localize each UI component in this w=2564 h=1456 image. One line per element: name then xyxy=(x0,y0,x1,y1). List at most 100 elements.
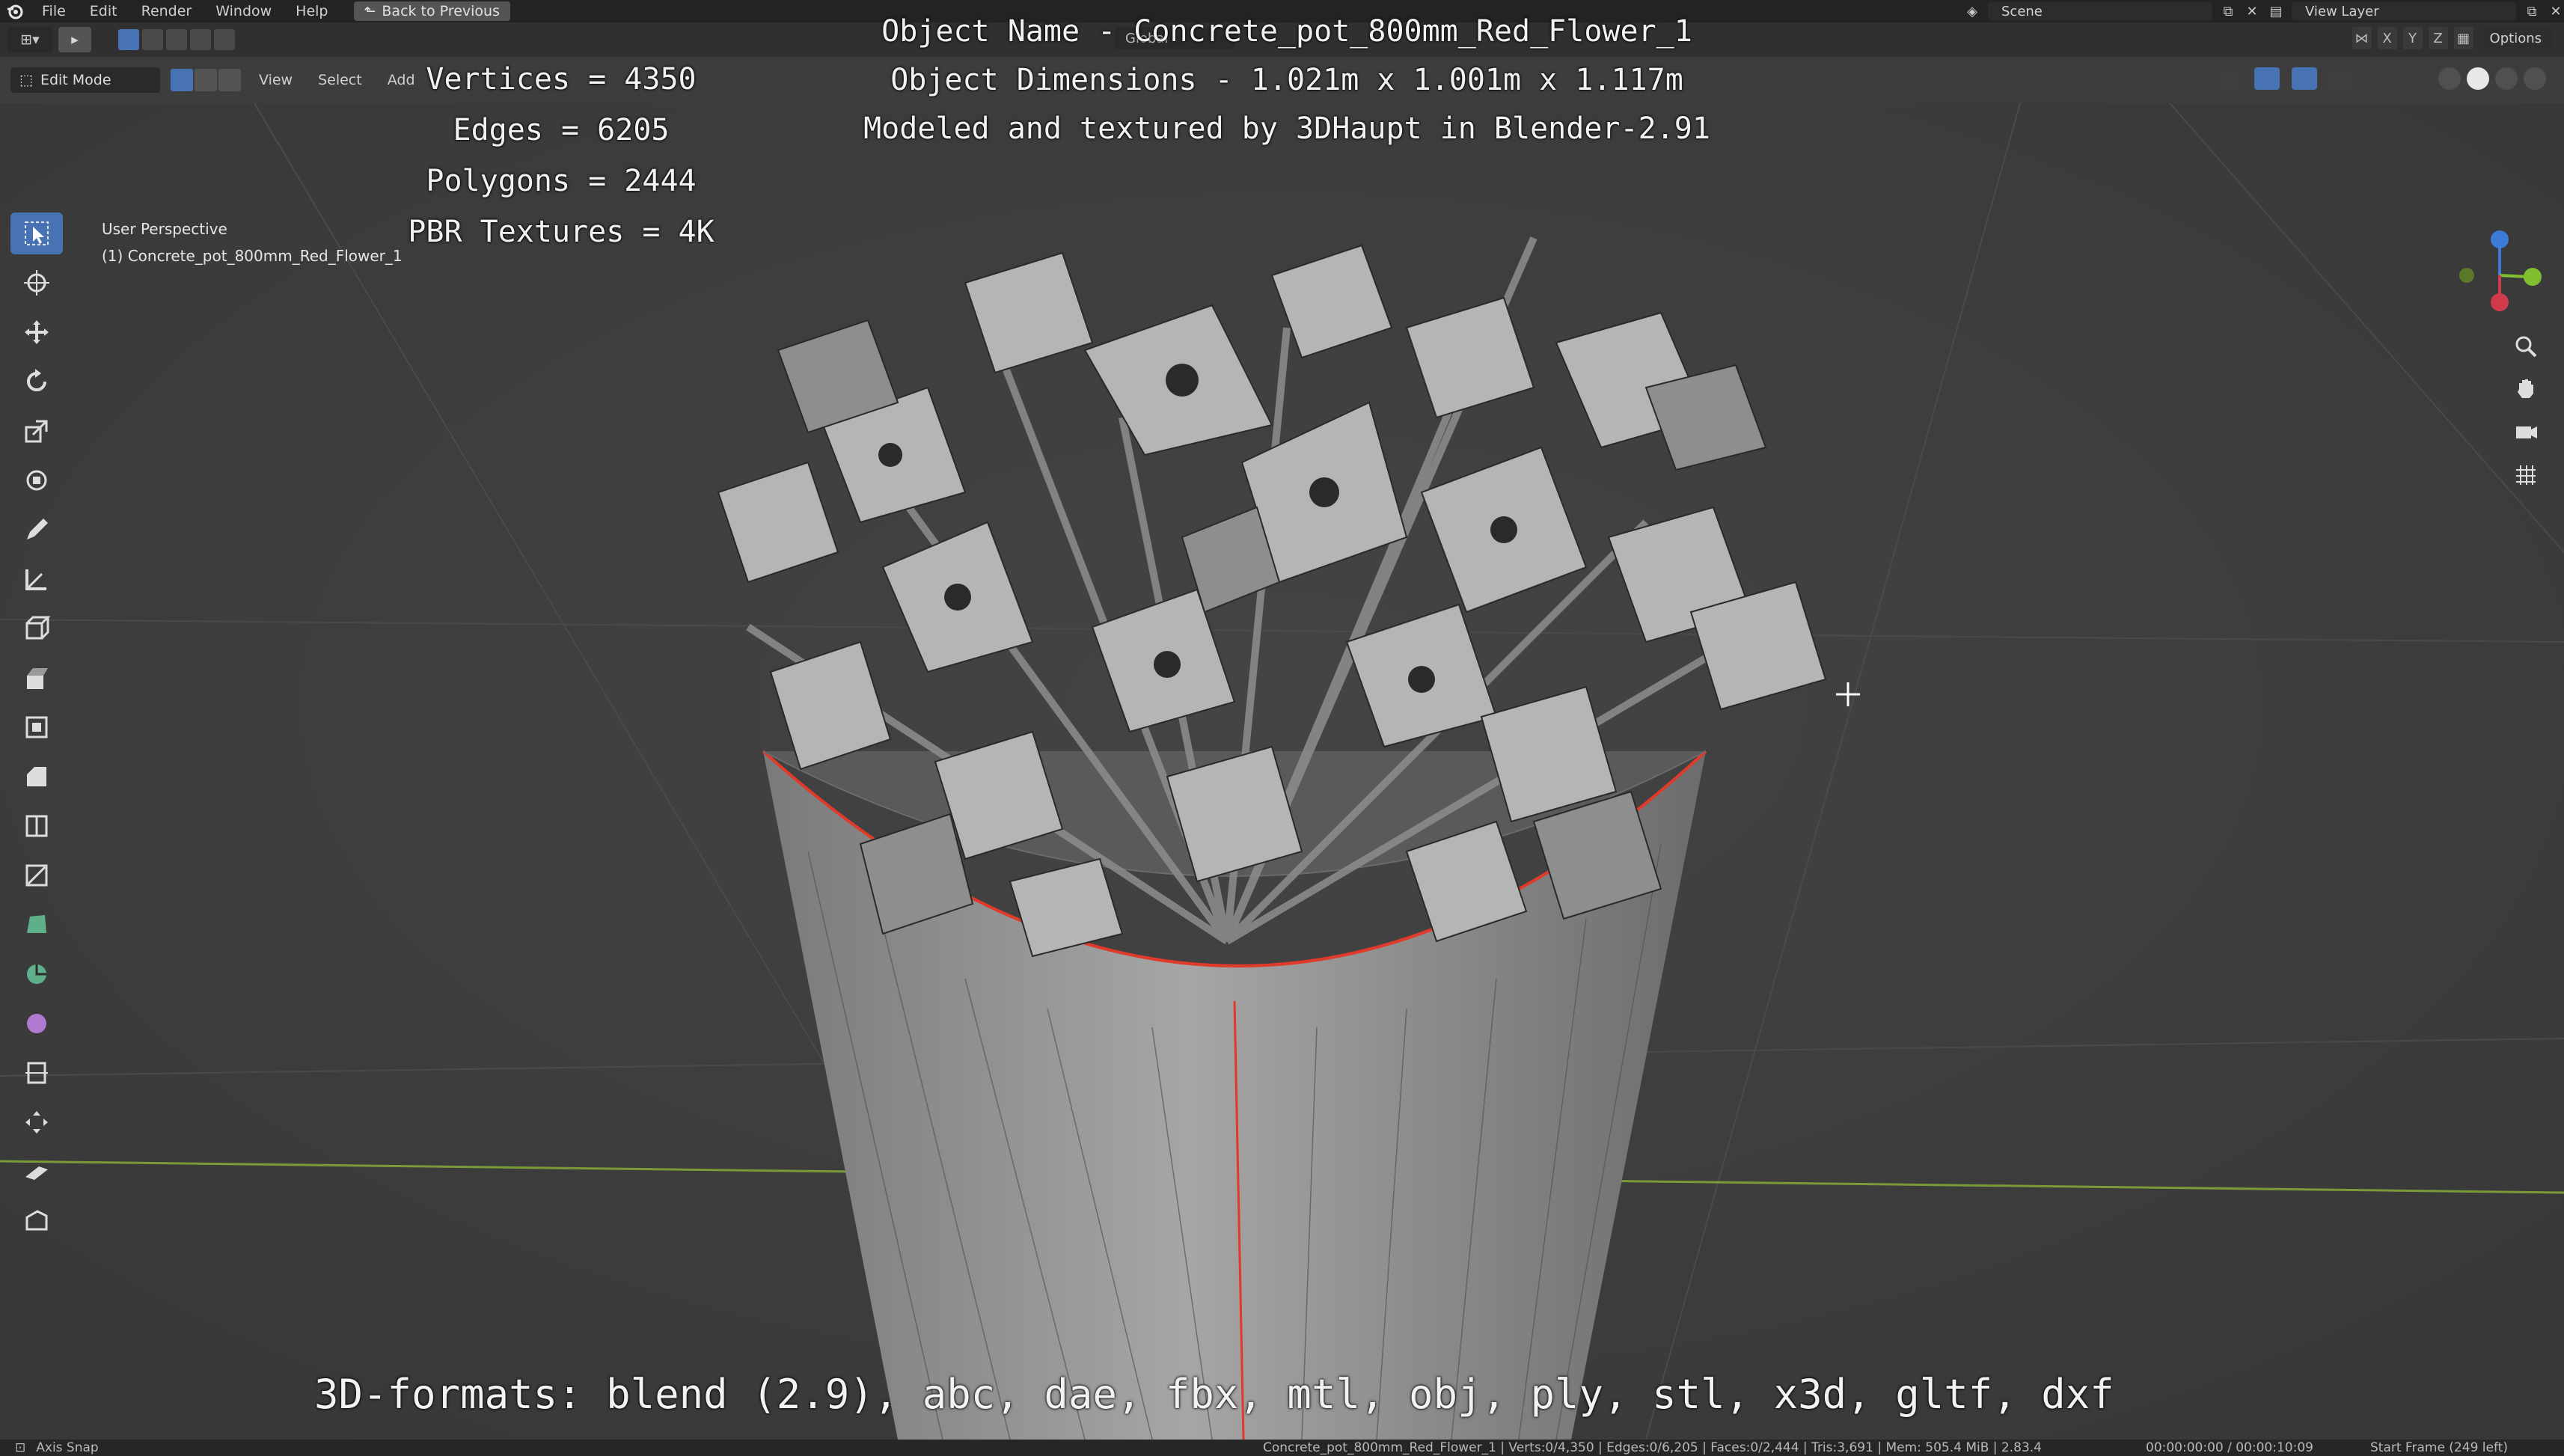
annotate-tool[interactable] xyxy=(10,509,63,551)
zoom-icon xyxy=(2515,336,2537,358)
shear-tool[interactable] xyxy=(10,1151,63,1193)
loop-cut-icon xyxy=(25,815,48,837)
menu-window[interactable]: Window xyxy=(204,3,284,19)
select-invert-button[interactable] xyxy=(190,29,211,50)
xray-toggle-icon[interactable] xyxy=(2329,67,2355,90)
knife-tool[interactable] xyxy=(10,854,63,896)
select-new-button[interactable] xyxy=(118,29,139,50)
rendered-shading-button[interactable] xyxy=(2524,67,2546,90)
move-tool[interactable] xyxy=(10,311,63,353)
shrink-fatten-tool[interactable] xyxy=(10,1101,63,1143)
editor-type-icon: ⊞▾ xyxy=(20,31,40,48)
playback-time: 00:00:00:00 / 00:00:10:09 xyxy=(2146,1440,2313,1455)
bevel-tool[interactable] xyxy=(10,756,63,798)
face-select-button[interactable] xyxy=(218,69,241,91)
spin-tool[interactable] xyxy=(10,953,63,995)
mesh-select-mode xyxy=(171,69,241,91)
rotate-tool[interactable] xyxy=(10,361,63,403)
copy-layer-icon[interactable]: ⧉ xyxy=(2524,3,2540,19)
transform-tool[interactable] xyxy=(10,459,63,501)
mode-dropdown[interactable]: ⬚ Edit Mode xyxy=(10,67,160,93)
axis-y-toggle[interactable]: Y xyxy=(2402,27,2423,49)
vertex-select-button[interactable] xyxy=(171,69,193,91)
menu-select[interactable]: Select xyxy=(318,72,362,88)
view-layer-icon[interactable]: ▤ xyxy=(2268,3,2284,19)
rip-region-tool[interactable] xyxy=(10,1200,63,1242)
back-to-previous-label: Back to Previous xyxy=(382,3,500,19)
menu-edit[interactable]: Edit xyxy=(78,3,129,19)
select-intersect-button[interactable] xyxy=(214,29,235,50)
scene-stats: Concrete_pot_800mm_Red_Flower_1 | Verts:… xyxy=(1263,1440,2042,1455)
visibility-icon[interactable] xyxy=(2217,67,2242,90)
gizmo-toggle-icon[interactable] xyxy=(2254,67,2280,90)
transform-icon xyxy=(26,470,47,491)
solid-shading-button[interactable] xyxy=(2467,67,2489,90)
scale-tool[interactable] xyxy=(10,410,63,452)
selection-mode-buttons xyxy=(118,29,235,50)
mesh-options-icon[interactable]: ▦ xyxy=(2453,27,2473,49)
formats-overlay: 3D-formats: blend (2.9), abc, dae, fbx, … xyxy=(314,1371,2114,1418)
pan-button[interactable] xyxy=(2507,370,2545,407)
edge-slide-tool[interactable] xyxy=(10,1052,63,1094)
active-tool-button[interactable]: ▸ xyxy=(58,27,91,52)
axis-z-toggle[interactable]: Z xyxy=(2428,27,2448,49)
measure-tool[interactable] xyxy=(10,558,63,600)
menu-file[interactable]: File xyxy=(30,3,78,19)
extrude-icon xyxy=(27,668,48,689)
smooth-tool[interactable] xyxy=(10,1003,63,1044)
close-layer-icon[interactable]: ✕ xyxy=(2548,3,2564,19)
menu-help[interactable]: Help xyxy=(284,3,340,19)
menu-view[interactable]: View xyxy=(259,72,293,88)
poly-build-tool[interactable] xyxy=(10,904,63,946)
select-subtract-button[interactable] xyxy=(166,29,187,50)
annotate-icon xyxy=(27,519,48,539)
scene-selector[interactable]: Scene xyxy=(1988,2,2212,20)
editor-type-selector[interactable]: ⊞▾ xyxy=(7,27,52,52)
camera-view-button[interactable] xyxy=(2507,413,2545,450)
3d-viewport[interactable]: User Perspective (1) Concrete_pot_800mm_… xyxy=(0,103,2564,1440)
select-box-tool[interactable] xyxy=(10,212,63,254)
perspective-label: User Perspective xyxy=(102,220,227,238)
back-to-previous-button[interactable]: ⬑ Back to Previous xyxy=(353,1,510,21)
rotate-icon xyxy=(27,369,46,391)
options-dropdown[interactable]: Options xyxy=(2479,27,2552,49)
ortho-toggle-button[interactable] xyxy=(2507,456,2545,494)
x-axis-icon xyxy=(2491,293,2509,311)
select-extend-button[interactable] xyxy=(142,29,163,50)
scene-label: Scene xyxy=(2001,3,2043,19)
loop-cut-tool[interactable] xyxy=(10,805,63,847)
edit-mode-icon: ⬚ xyxy=(19,72,33,88)
shading-modes xyxy=(2438,67,2546,90)
close-scene-icon[interactable]: ✕ xyxy=(2244,3,2260,19)
inset-tool[interactable] xyxy=(10,706,63,748)
zoom-button[interactable] xyxy=(2507,328,2545,365)
copy-scene-icon[interactable]: ⧉ xyxy=(2220,3,2236,19)
vertices-count: Vertices = 4350 xyxy=(426,62,697,97)
cursor-tool[interactable] xyxy=(10,262,63,304)
blender-logo-icon[interactable] xyxy=(0,0,30,22)
view-layer-label: View Layer xyxy=(2305,3,2379,19)
view-layer-selector[interactable]: View Layer xyxy=(2292,2,2516,20)
poly-build-icon xyxy=(27,915,46,933)
add-cube-tool[interactable] xyxy=(10,608,63,649)
edge-slide-icon xyxy=(25,1062,48,1084)
overlays-toggle-icon[interactable] xyxy=(2292,67,2317,90)
axis-x-toggle[interactable]: X xyxy=(2377,27,2397,49)
object-dimensions: Object Dimensions - 1.021m x 1.001m x 1.… xyxy=(890,63,1683,97)
object-info-overlay: Object Name - Concrete_pot_800mm_Red_Flo… xyxy=(830,7,1743,153)
status-bar: ⊡ Axis Snap Concrete_pot_800mm_Red_Flowe… xyxy=(0,1440,2564,1456)
navigation-gizmo[interactable] xyxy=(2455,223,2545,320)
mirror-icon[interactable]: ⋈ xyxy=(2352,27,2372,49)
scene-icon[interactable]: ◈ xyxy=(1964,3,1980,19)
wireframe-shading-button[interactable] xyxy=(2438,67,2461,90)
grid-icon xyxy=(2516,465,2536,485)
edge-select-button[interactable] xyxy=(195,69,217,91)
extrude-tool[interactable] xyxy=(10,657,63,699)
menu-render[interactable]: Render xyxy=(129,3,204,19)
active-object-label: (1) Concrete_pot_800mm_Red_Flower_1 xyxy=(102,247,403,265)
material-shading-button[interactable] xyxy=(2495,67,2518,90)
mirror-axis-tools: ⋈ X Y Z ▦ Options xyxy=(2352,27,2552,49)
inset-icon xyxy=(25,716,48,738)
overlay-toggles xyxy=(2217,67,2355,90)
mode-label: Edit Mode xyxy=(40,72,111,88)
